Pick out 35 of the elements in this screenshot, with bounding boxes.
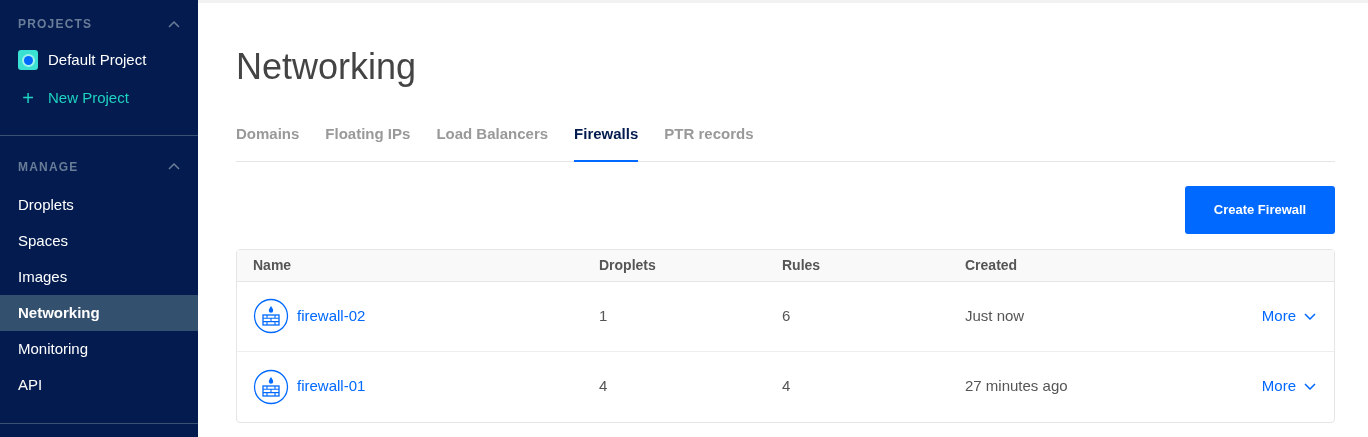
chevron-down-icon: [1304, 312, 1316, 320]
sidebar-item[interactable]: Monitoring: [0, 331, 198, 367]
section-heading: PROJECTS: [18, 16, 93, 33]
table-cell-text: Just now: [965, 305, 1026, 326]
column-header: Name: [253, 255, 293, 275]
plus-icon: +: [18, 83, 38, 113]
sidebar-item[interactable]: API: [0, 367, 198, 403]
table-cell-text: 4: [599, 376, 609, 397]
firewall-link[interactable]: firewall-02: [297, 304, 366, 328]
new-project-link[interactable]: + New Project: [0, 79, 198, 117]
table-cell-text: 4: [782, 376, 792, 397]
column-header: Rules: [782, 255, 822, 275]
column-header: Created: [965, 255, 1019, 275]
chevron-icon[interactable]: [168, 20, 180, 28]
firewall-icon: [253, 368, 289, 405]
more-button[interactable]: More: [1261, 375, 1316, 398]
project-link[interactable]: Default Project: [0, 41, 198, 79]
table-cell-text: 1: [599, 305, 609, 326]
table-cell-text: 27 minutes ago: [965, 376, 1069, 397]
table-cell-text: 6: [782, 305, 792, 326]
sidebar-item[interactable]: Spaces: [0, 223, 198, 259]
sidebar-item[interactable]: Networking: [0, 295, 198, 331]
more-button[interactable]: More: [1261, 304, 1316, 328]
project-icon: [18, 50, 38, 70]
firewall-link[interactable]: firewall-01: [297, 375, 366, 398]
create-firewall-button[interactable]: Create Firewall: [1185, 185, 1335, 234]
chevron-down-icon: [1304, 383, 1316, 391]
section-heading: MANAGE: [18, 158, 79, 176]
chevron-icon[interactable]: [168, 163, 180, 170]
sidebar-item[interactable]: Images: [0, 259, 198, 295]
firewall-icon: [253, 298, 289, 335]
tab[interactable]: Firewalls: [574, 123, 639, 162]
page-title: Networking: [236, 45, 418, 89]
column-header: Droplets: [599, 255, 657, 275]
sidebar-item[interactable]: Droplets: [0, 187, 198, 223]
